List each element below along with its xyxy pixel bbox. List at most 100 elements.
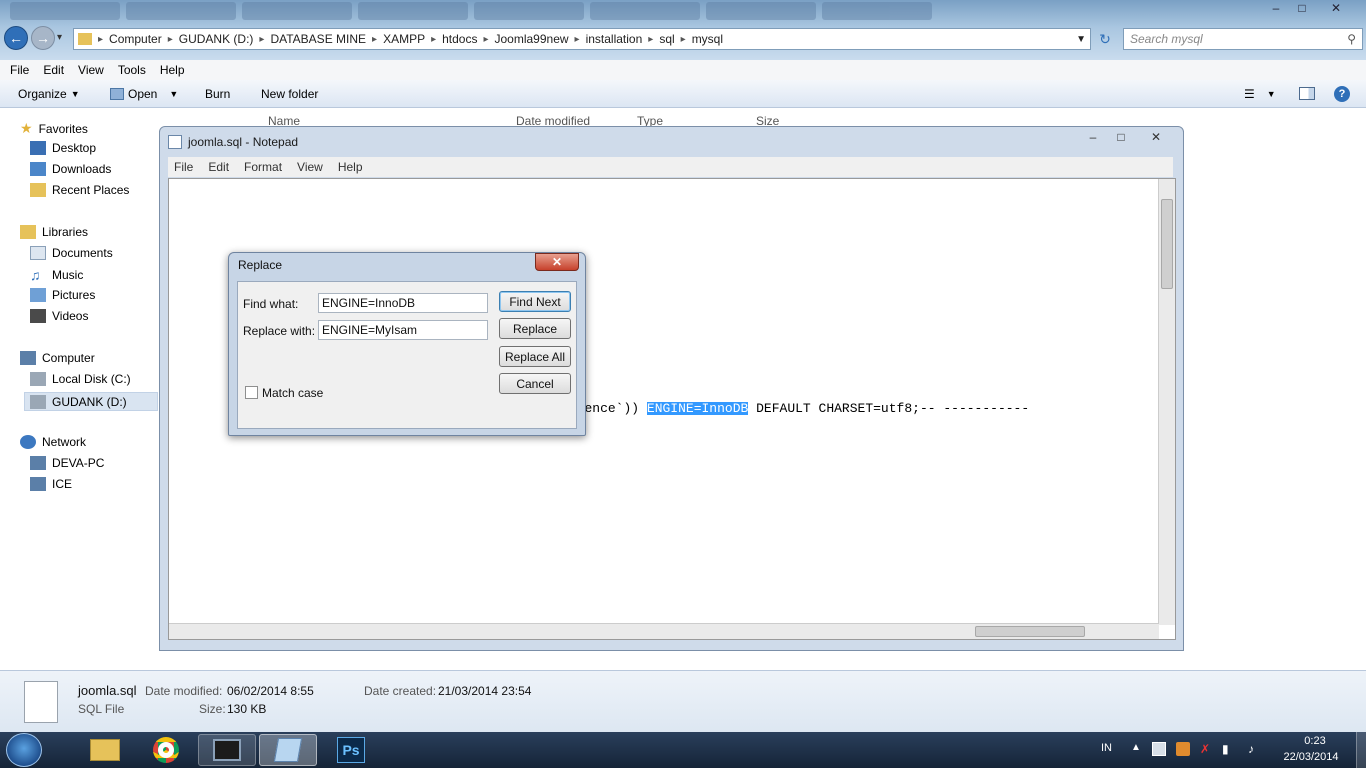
address-bar[interactable]: ▸ Computer ▸ GUDANK (D:) ▸ DATABASE MINE ▸ …	[73, 28, 1091, 50]
folder-icon	[78, 33, 92, 45]
taskbar-explorer[interactable]	[76, 734, 134, 766]
tray-icon[interactable]	[1176, 742, 1190, 756]
nav-deva-pc[interactable]: DEVA-PC	[30, 456, 104, 470]
network-icon	[20, 435, 36, 449]
close-button[interactable]: ✕	[1137, 129, 1175, 145]
photoshop-icon: Ps	[337, 737, 365, 763]
recent-pages-chevron-icon[interactable]: ▾	[57, 32, 62, 43]
documents-icon	[30, 246, 46, 260]
maximize-button[interactable]: □	[1109, 129, 1133, 145]
notepad-menu-edit[interactable]: Edit	[208, 160, 229, 174]
nav-desktop[interactable]: Desktop	[30, 141, 96, 155]
open-button[interactable]: Open ▼	[110, 87, 178, 101]
menu-file[interactable]: File	[10, 63, 29, 77]
sql-file-icon	[24, 681, 58, 723]
folder-icon	[90, 739, 120, 761]
notepad-menu-help[interactable]: Help	[338, 160, 363, 174]
nav-videos[interactable]: Videos	[30, 309, 88, 323]
details-created-value: 21/03/2014 23:54	[438, 684, 532, 698]
details-type: SQL File	[78, 702, 125, 716]
taskbar-chrome[interactable]	[137, 734, 195, 766]
find-what-input[interactable]: ENGINE=InnoDB	[318, 293, 488, 313]
nav-gudank[interactable]: GUDANK (D:)	[24, 392, 158, 411]
volume-icon[interactable]: ♪	[1248, 742, 1262, 756]
refresh-icon[interactable]: ↻	[1096, 30, 1114, 48]
menu-tools[interactable]: Tools	[118, 63, 146, 77]
cancel-button[interactable]: Cancel	[499, 373, 571, 394]
vertical-scrollbar[interactable]	[1158, 179, 1175, 625]
show-hidden-icons[interactable]: ▲	[1131, 742, 1141, 753]
scroll-thumb[interactable]	[1161, 199, 1173, 289]
nav-downloads[interactable]: Downloads	[30, 162, 111, 176]
help-icon[interactable]: ?	[1334, 85, 1350, 102]
signal-icon[interactable]: ▮	[1222, 742, 1236, 756]
forward-arrow-icon[interactable]: →	[31, 26, 55, 50]
replace-all-button[interactable]: Replace All	[499, 346, 571, 367]
nav-local-disk[interactable]: Local Disk (C:)	[30, 372, 131, 386]
nav-computer[interactable]: Computer	[20, 351, 95, 365]
breadcrumb-database[interactable]: DATABASE MINE	[266, 32, 370, 46]
horizontal-scrollbar[interactable]	[169, 623, 1159, 639]
nav-music[interactable]: ♫ Music	[30, 267, 83, 283]
notepad-menu-view[interactable]: View	[297, 160, 323, 174]
explorer-toolbar: Organize ▼ Open ▼ Burn New folder ☰ ▼ ?	[0, 80, 1366, 108]
replace-button[interactable]: Replace	[499, 318, 571, 339]
replace-with-input[interactable]: ENGINE=MyIsam	[318, 320, 488, 340]
maximize-button[interactable]: □	[1290, 0, 1314, 16]
minimize-button[interactable]: –	[1081, 129, 1105, 145]
notepad-menu-format[interactable]: Format	[244, 160, 282, 174]
search-placeholder: Search mysql	[1130, 32, 1203, 46]
chrome-icon	[153, 737, 179, 763]
drive-icon	[30, 394, 46, 409]
match-case-checkbox[interactable]	[245, 386, 258, 399]
nav-network[interactable]: Network	[20, 435, 86, 449]
taskbar-cmd[interactable]	[198, 734, 256, 766]
nav-documents[interactable]: Documents	[30, 246, 113, 260]
breadcrumb-sql[interactable]: sql	[655, 32, 678, 46]
scroll-thumb[interactable]	[975, 626, 1085, 637]
taskbar-notepad[interactable]	[259, 734, 317, 766]
nav-ice[interactable]: ICE	[30, 477, 72, 491]
downloads-icon	[30, 162, 46, 176]
tray-icon[interactable]	[1152, 742, 1166, 756]
preview-pane-icon[interactable]	[1299, 87, 1315, 100]
breadcrumb-drive[interactable]: GUDANK (D:)	[175, 32, 258, 46]
nav-favorites[interactable]: ★ Favorites	[20, 120, 88, 137]
file-icon	[110, 87, 124, 100]
language-indicator[interactable]: IN	[1101, 742, 1112, 754]
show-desktop-button[interactable]	[1356, 732, 1366, 768]
breadcrumb-htdocs[interactable]: htdocs	[438, 32, 481, 46]
organize-button[interactable]: Organize ▼	[18, 87, 80, 101]
clock-time[interactable]: 0:23	[1292, 735, 1338, 747]
dialog-close-button[interactable]: ✕	[535, 253, 579, 271]
search-input[interactable]: Search mysql ⚲	[1123, 28, 1363, 50]
selected-text: ENGINE=InnoDB	[646, 402, 749, 415]
address-dropdown-icon[interactable]: ▼	[1076, 34, 1090, 45]
breadcrumb-xampp[interactable]: XAMPP	[379, 32, 429, 46]
find-next-button[interactable]: Find Next	[499, 291, 571, 312]
close-button[interactable]: ✕	[1316, 0, 1356, 16]
find-what-label: Find what:	[243, 297, 299, 311]
breadcrumb-computer[interactable]: Computer	[105, 32, 166, 46]
menu-edit[interactable]: Edit	[43, 63, 64, 77]
view-options-icon[interactable]: ☰ ▼	[1244, 87, 1276, 101]
back-arrow-icon[interactable]: ←	[4, 26, 28, 50]
dialog-body: Find what: ENGINE=InnoDB Replace with: E…	[237, 281, 577, 429]
burn-button[interactable]: Burn	[205, 87, 230, 101]
taskbar-photoshop[interactable]: Ps	[322, 734, 380, 766]
network-warning-icon[interactable]: ✗	[1200, 742, 1214, 756]
minimize-button[interactable]: –	[1264, 0, 1288, 16]
new-folder-button[interactable]: New folder	[261, 87, 318, 101]
nav-recent-places[interactable]: Recent Places	[30, 183, 129, 197]
menu-help[interactable]: Help	[160, 63, 185, 77]
clock-date[interactable]: 22/03/2014	[1278, 751, 1344, 763]
start-button[interactable]	[6, 733, 42, 767]
notepad-menu-file[interactable]: File	[174, 160, 193, 174]
computer-icon	[30, 477, 46, 491]
nav-pictures[interactable]: Pictures	[30, 288, 95, 302]
breadcrumb-joomla[interactable]: Joomla99new	[491, 32, 573, 46]
breadcrumb-mysql[interactable]: mysql	[688, 32, 727, 46]
menu-view[interactable]: View	[78, 63, 104, 77]
breadcrumb-installation[interactable]: installation	[582, 32, 647, 46]
nav-libraries[interactable]: Libraries	[20, 225, 88, 239]
